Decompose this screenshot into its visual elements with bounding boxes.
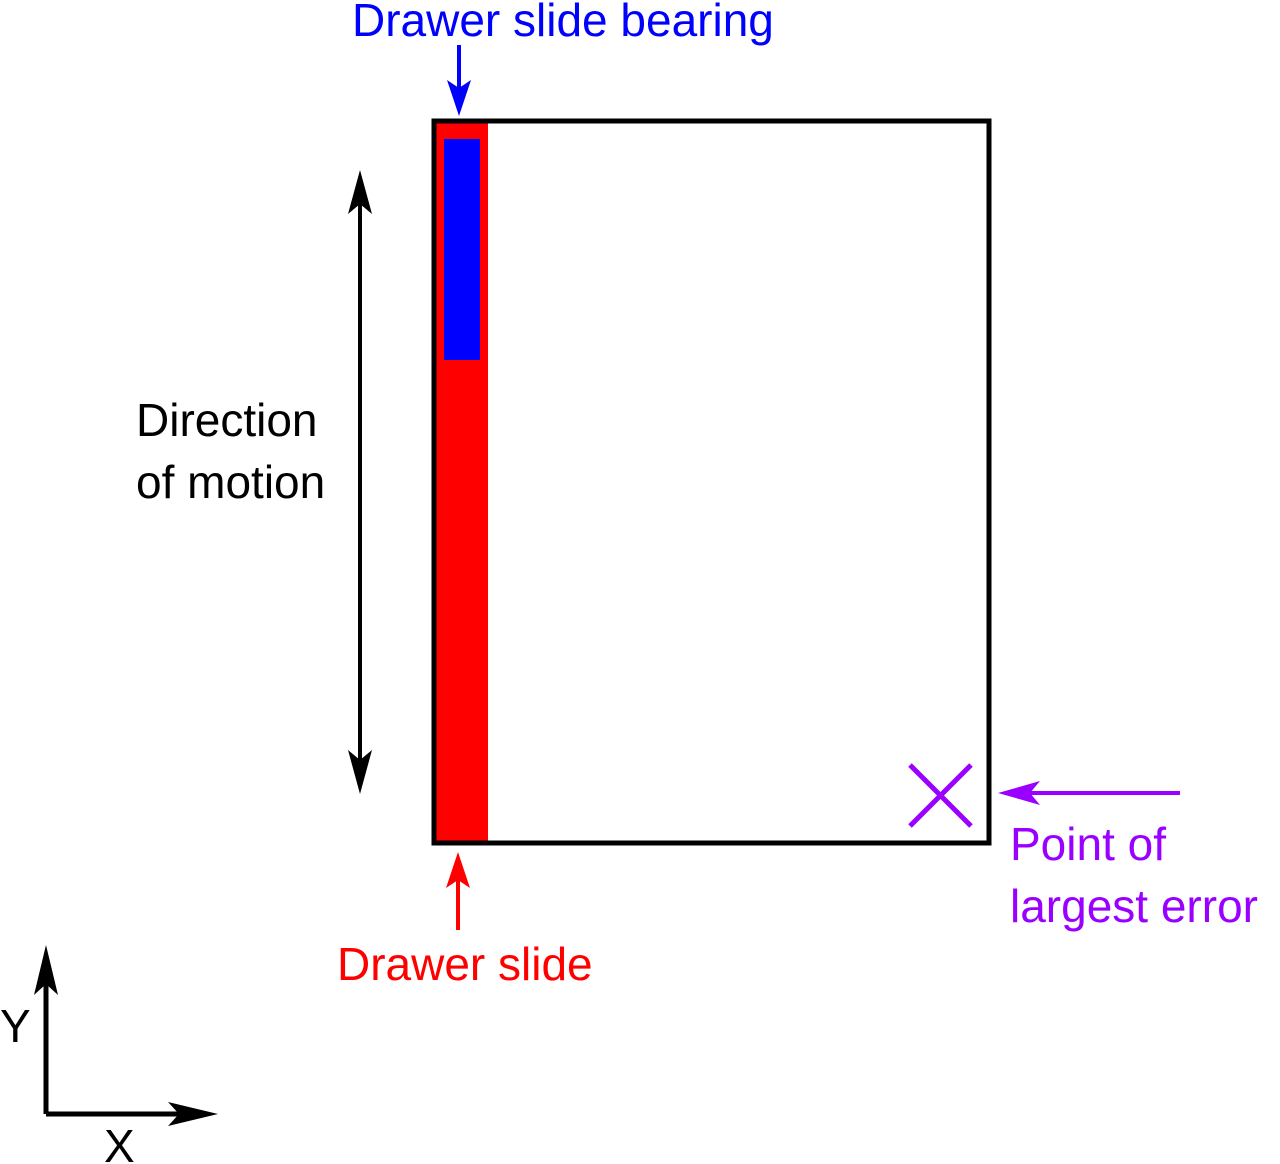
slide-label: Drawer slide xyxy=(337,938,593,990)
slide-arrow xyxy=(446,852,470,930)
error-arrow xyxy=(998,781,1180,805)
drawer-outline xyxy=(431,118,992,846)
bearing-label: Drawer slide bearing xyxy=(352,0,774,46)
drawer-slide-bearing xyxy=(444,139,480,360)
error-x-mark xyxy=(908,763,973,828)
bearing-arrow xyxy=(447,45,471,116)
axis-x-label: X xyxy=(104,1120,135,1164)
error-label-line-2: largest error xyxy=(1010,880,1258,932)
coordinate-axes xyxy=(34,945,218,1126)
direction-label-line-1: Direction xyxy=(136,394,318,446)
drawer-slide-diagram: Drawer slide bearing Direction of motion… xyxy=(0,0,1258,1164)
direction-label-line-2: of motion xyxy=(136,456,325,508)
axis-y-label: Y xyxy=(0,1000,31,1052)
direction-of-motion-arrow xyxy=(348,170,372,794)
error-label-line-1: Point of xyxy=(1010,818,1166,870)
